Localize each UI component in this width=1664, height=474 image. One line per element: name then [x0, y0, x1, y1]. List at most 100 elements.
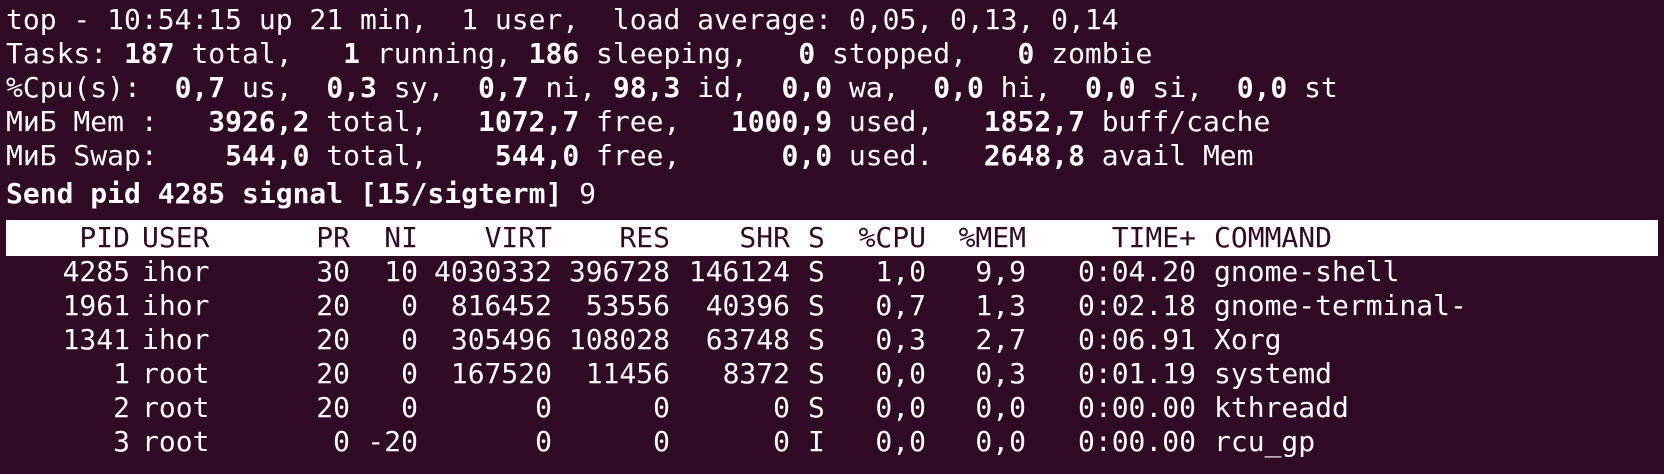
swap-label: МиБ Swap:: [6, 139, 226, 172]
process-cpu: 0,3: [875, 323, 926, 356]
process-row[interactable]: 3 root 0 -20 0 0 0 I 0,0 0,0 0:00.00 rcu…: [6, 424, 1315, 460]
tasks-zombie: 0: [1017, 37, 1035, 70]
process-pr: 20: [316, 391, 350, 424]
header-shr[interactable]: SHR: [680, 220, 790, 256]
process-ni: 10: [384, 255, 418, 288]
process-mem: 0,0: [975, 391, 1026, 424]
process-ni: -20: [367, 425, 418, 458]
process-shr: 0: [773, 425, 790, 458]
process-time: 0:00.00: [1077, 425, 1196, 458]
swap-avail-label: avail Mem: [1084, 139, 1254, 172]
cpu-ni-label: ni,: [528, 71, 613, 104]
process-virt: 0: [535, 391, 552, 424]
header-user[interactable]: USER: [142, 220, 302, 256]
process-row[interactable]: 2 root 20 0 0 0 0 S 0,0 0,0 0:00.00 kthr…: [6, 390, 1349, 426]
mem-free: 1072,7: [478, 105, 580, 138]
header-pr[interactable]: PR: [286, 220, 350, 256]
swap-total: 544,0: [225, 139, 310, 172]
process-res: 396728: [568, 255, 670, 288]
process-time: 0:00.00: [1077, 391, 1196, 424]
header-pid[interactable]: PID: [6, 220, 130, 256]
process-pr: 30: [316, 255, 350, 288]
summary-mem-line: МиБ Mem : 3926,2 total, 1072,7 free, 100…: [6, 104, 1270, 140]
process-ni: 0: [401, 323, 418, 356]
process-res: 0: [653, 391, 670, 424]
process-shr: 0: [773, 391, 790, 424]
process-res: 108028: [568, 323, 670, 356]
process-pr: 0: [333, 425, 350, 458]
process-virt: 816452: [450, 289, 552, 322]
process-row[interactable]: 1961 ihor 20 0 816452 53556 40396 S 0,7 …: [6, 288, 1467, 324]
process-pid: 1341: [62, 323, 130, 356]
process-pr: 20: [316, 357, 350, 390]
process-state: S: [808, 391, 825, 424]
process-row[interactable]: 1 root 20 0 167520 11456 8372 S 0,0 0,3 …: [6, 356, 1332, 392]
process-virt: 305496: [450, 323, 552, 356]
process-row[interactable]: 4285 ihor 30 10 4030332 396728 146124 S …: [6, 254, 1400, 290]
mem-used-label: used,: [832, 105, 984, 138]
mem-free-label: free,: [579, 105, 731, 138]
process-time: 0:01.19: [1077, 357, 1196, 390]
header-cpu[interactable]: %CPU: [846, 220, 926, 256]
tasks-stopped: 0: [798, 37, 816, 70]
process-virt: 0: [535, 425, 552, 458]
mem-used: 1000,9: [730, 105, 833, 138]
cpu-sy: 0,3: [326, 71, 377, 104]
process-command: rcu_gp: [1214, 425, 1316, 458]
process-mem: 9,9: [975, 255, 1026, 288]
mem-buff-label: buff/cache: [1084, 105, 1271, 138]
tasks-zombie-label: zombie: [1034, 37, 1153, 70]
header-virt[interactable]: VIRT: [426, 220, 552, 256]
cpu-wa: 0,0: [781, 71, 833, 104]
process-shr: 8372: [722, 357, 790, 390]
header-command[interactable]: COMMAND: [1214, 220, 1654, 256]
header-mem[interactable]: %MEM: [936, 220, 1026, 256]
process-time: 0:02.18: [1077, 289, 1196, 322]
cpu-us: 0,7: [174, 71, 226, 104]
process-res: 0: [653, 425, 670, 458]
process-cpu: 0,0: [875, 425, 926, 458]
mem-label: МиБ Mem :: [6, 105, 209, 138]
summary-tasks-line: Tasks: 187 total, 1 running, 186 sleepin…: [6, 36, 1152, 72]
tasks-running: 1: [343, 37, 361, 70]
process-command: gnome-shell: [1214, 255, 1400, 288]
header-res[interactable]: RES: [562, 220, 670, 256]
process-cpu: 0,0: [875, 391, 926, 424]
process-user: root: [142, 357, 210, 390]
cpu-si-label: si,: [1135, 71, 1237, 104]
tasks-sleeping: 186: [528, 37, 580, 70]
signal-prompt-input[interactable]: 9: [562, 177, 596, 210]
cpu-id-label: id,: [680, 71, 782, 104]
tasks-running-label: running,: [360, 37, 529, 70]
process-state: S: [808, 323, 825, 356]
process-cpu: 1,0: [875, 255, 926, 288]
terminal-window[interactable]: top - 10:54:15 up 21 min, 1 user, load a…: [0, 0, 1664, 474]
process-virt: 167520: [450, 357, 552, 390]
cpu-st: 0,0: [1236, 71, 1288, 104]
cpu-ni: 0,7: [478, 71, 529, 104]
process-ni: 0: [401, 357, 418, 390]
cpu-wa-label: wa,: [832, 71, 934, 104]
process-user: ihor: [142, 255, 210, 288]
tasks-stopped-label: stopped,: [815, 37, 1018, 70]
header-ni[interactable]: NI: [358, 220, 418, 256]
process-row[interactable]: 1341 ihor 20 0 305496 108028 63748 S 0,3…: [6, 322, 1282, 358]
swap-avail: 2648,8: [983, 139, 1085, 172]
signal-prompt-label: Send pid 4285 signal [15/sigterm]: [6, 177, 563, 210]
process-command: gnome-terminal-: [1214, 289, 1467, 322]
header-s[interactable]: S: [808, 220, 838, 256]
process-mem: 0,0: [975, 425, 1026, 458]
process-pr: 20: [316, 323, 350, 356]
process-pr: 20: [316, 289, 350, 322]
cpu-hi-label: hi,: [983, 71, 1085, 104]
header-time[interactable]: TIME+: [1036, 220, 1196, 256]
cpu-sy-label: sy,: [376, 71, 479, 104]
signal-prompt-line[interactable]: Send pid 4285 signal [15/sigterm] 9: [6, 176, 596, 212]
tasks-sleeping-label: sleeping,: [579, 37, 799, 70]
cpu-label: %Cpu(s):: [6, 71, 175, 104]
process-res: 11456: [585, 357, 670, 390]
process-mem: 0,3: [975, 357, 1026, 390]
process-command: Xorg: [1214, 323, 1282, 356]
process-pid: 4285: [62, 255, 130, 288]
process-user: ihor: [142, 323, 210, 356]
